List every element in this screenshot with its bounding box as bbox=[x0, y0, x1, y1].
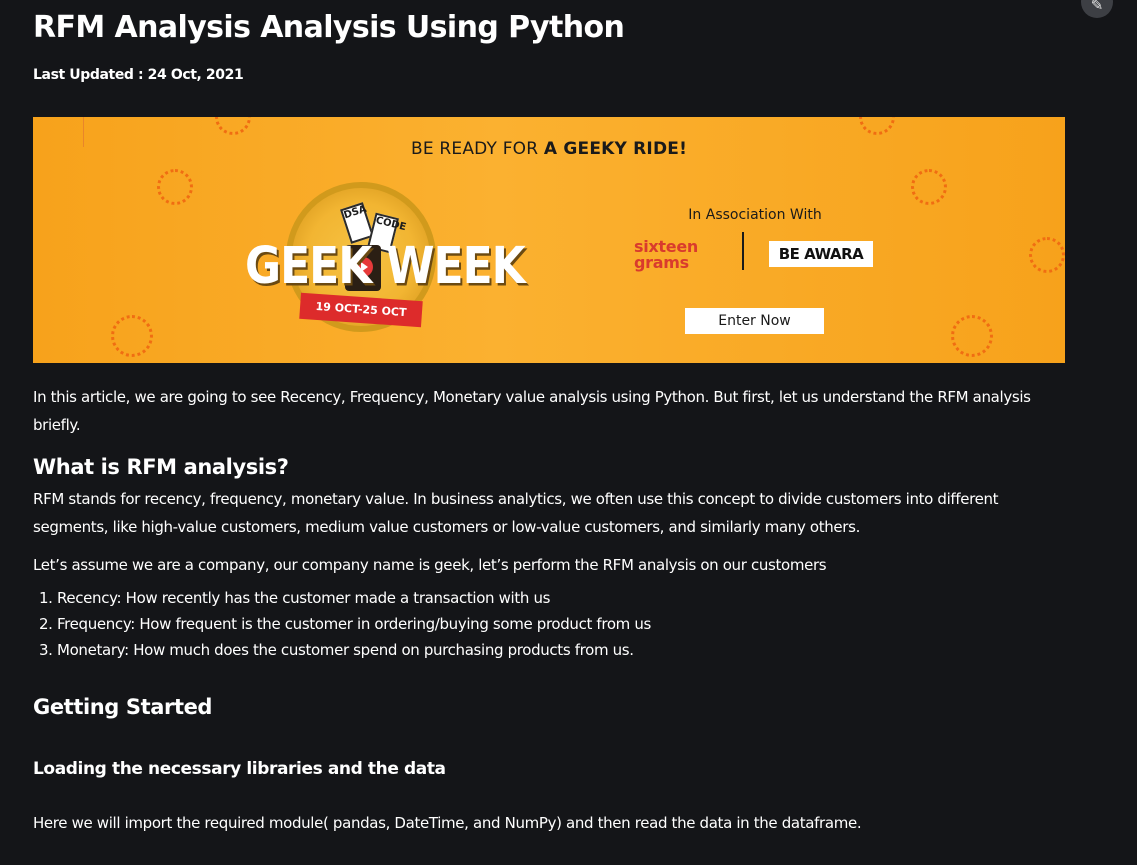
banner-decoration bbox=[911, 169, 947, 205]
geek-week-banner[interactable]: BE READY FOR A GEEKY RIDE! DSA CODE GEEK… bbox=[33, 117, 1065, 363]
last-updated: Last Updated : 24 Oct, 2021 bbox=[33, 67, 244, 83]
banner-headline-bold: A GEEKY RIDE! bbox=[543, 139, 688, 159]
import-paragraph: Here we will import the required module(… bbox=[33, 814, 862, 832]
section-heading-getting-started: Getting Started bbox=[33, 695, 213, 719]
subheading-loading-libraries: Loading the necessary libraries and the … bbox=[33, 759, 446, 779]
banner-decoration bbox=[859, 117, 895, 135]
edit-button[interactable]: ✎ bbox=[1081, 0, 1113, 18]
banner-decoration bbox=[1029, 237, 1065, 273]
list-item: Monetary: How much does the customer spe… bbox=[57, 637, 1065, 663]
intro-paragraph: In this article, we are going to see Rec… bbox=[33, 388, 1031, 434]
banner-decoration bbox=[951, 315, 993, 357]
enter-now-button[interactable]: Enter Now bbox=[685, 308, 824, 334]
pencil-icon: ✎ bbox=[1090, 0, 1104, 14]
association-label: In Association With bbox=[688, 207, 822, 223]
rfm-list: Recency: How recently has the customer m… bbox=[33, 585, 1065, 663]
article-content: RFM Analysis Analysis Using Python Last … bbox=[33, 0, 1065, 837]
list-item: Recency: How recently has the customer m… bbox=[57, 585, 1065, 611]
article-title: RFM Analysis Analysis Using Python bbox=[33, 10, 625, 45]
section-heading-what-is-rfm: What is RFM analysis? bbox=[33, 455, 289, 479]
sponsor-divider bbox=[742, 232, 744, 270]
event-word-geek: GEEK bbox=[245, 237, 372, 296]
event-word-week: WEEK bbox=[386, 237, 526, 296]
article-page: RFM Analysis Analysis Using Python Last … bbox=[0, 0, 1137, 865]
banner-decoration bbox=[157, 169, 193, 205]
assumption-paragraph: Let’s assume we are a company, our compa… bbox=[33, 556, 827, 574]
list-item: Frequency: How frequent is the customer … bbox=[57, 611, 1065, 637]
banner-decoration bbox=[215, 117, 251, 135]
sponsor-sixteen-grams-logo: sixteen grams bbox=[634, 237, 698, 272]
rfm-definition-paragraph: RFM stands for recency, frequency, monet… bbox=[33, 490, 999, 536]
sponsor-be-awara-logo: BE AWARA bbox=[769, 241, 873, 267]
banner-decoration bbox=[111, 315, 153, 357]
banner-headline-prefix: BE READY FOR bbox=[410, 139, 544, 159]
banner-headline: BE READY FOR A GEEKY RIDE! bbox=[33, 139, 1065, 159]
